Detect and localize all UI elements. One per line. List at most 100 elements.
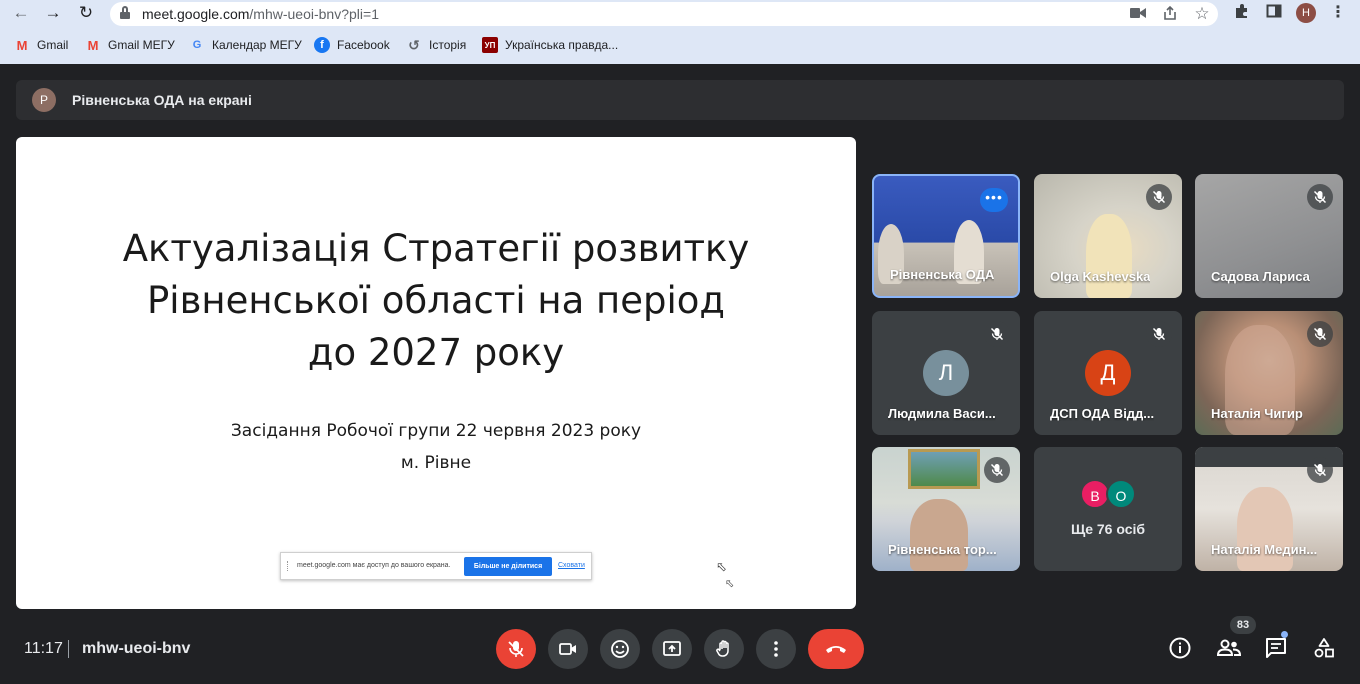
cursor-icon: ⬁ <box>725 578 735 590</box>
slide-title-line: Актуалізація Стратегії розвитку <box>122 227 750 270</box>
presenter-avatar: Р <box>32 88 56 112</box>
slide-title: Актуалізація Стратегії розвитку Рівненсь… <box>16 223 856 379</box>
reload-icon[interactable]: ↻ <box>75 3 97 23</box>
mic-off-icon <box>1146 184 1172 210</box>
participant-name: Наталія Чигир <box>1211 406 1303 421</box>
present-screen-icon <box>663 641 681 656</box>
meeting-time: 11:17 <box>24 640 63 657</box>
presenting-text: Рівненська ОДА на екрані <box>72 92 252 108</box>
new-message-indicator <box>1281 631 1288 638</box>
side-panel-icon[interactable] <box>1264 3 1284 23</box>
mic-off-icon <box>508 641 524 657</box>
mic-off-icon <box>1146 321 1172 347</box>
stop-sharing-button[interactable]: Більше не ділитися <box>464 557 552 576</box>
bookmark-gmail-megu[interactable]: M Gmail МЕГУ <box>85 34 175 56</box>
back-arrow-icon[interactable]: ← <box>10 3 32 23</box>
participant-name: Людмила Васи... <box>888 406 996 421</box>
bookmark-label: Gmail <box>37 38 69 52</box>
slide-subtitle: Засідання Робочої групи 22 червня 2023 р… <box>16 415 856 479</box>
hide-notice-link[interactable]: Сховати <box>558 562 585 569</box>
chat-button[interactable] <box>1264 636 1290 662</box>
gmail-icon: M <box>87 37 99 53</box>
bookmark-calendar-megu[interactable]: G Календар МЕГУ <box>189 34 302 56</box>
profile-avatar[interactable]: H <box>1296 3 1316 23</box>
browser-chrome: ← → ↻ meet.google.com/mhw-ueoi-bnv?pli=1… <box>0 0 1360 64</box>
bookmark-star-icon[interactable]: ☆ <box>1192 5 1212 23</box>
reactions-button[interactable] <box>600 629 640 669</box>
mic-off-icon <box>1307 457 1333 483</box>
others-tile[interactable]: В О Ще 76 осіб <box>1034 447 1182 571</box>
slide-subtitle-line: м. Рівне <box>400 453 472 473</box>
forward-arrow-icon[interactable]: → <box>42 3 64 23</box>
participant-avatar: О <box>1106 479 1136 509</box>
share-notice-text: meet.google.com має доступ до вашого екр… <box>297 562 451 569</box>
participants-count-badge: 83 <box>1230 616 1256 634</box>
leave-call-button[interactable] <box>808 629 864 669</box>
mic-off-icon <box>1307 321 1333 347</box>
participant-name: Садова Лариса <box>1211 269 1310 284</box>
participant-tile[interactable]: Садова Лариса <box>1195 174 1343 298</box>
drag-handle-icon[interactable] <box>287 561 289 571</box>
participant-name: Наталія Медин... <box>1211 542 1318 557</box>
participant-tile[interactable]: Наталія Медин... <box>1195 447 1343 571</box>
history-icon: ↺ <box>408 36 420 53</box>
camera-in-use-icon[interactable] <box>1128 5 1148 23</box>
bookmark-label: Календар МЕГУ <box>212 38 302 52</box>
participant-tile[interactable]: Olga Kashevska <box>1034 174 1182 298</box>
participant-tile[interactable]: Л Людмила Васи... <box>872 311 1020 435</box>
video-camera-icon <box>559 643 576 655</box>
participants-button[interactable] <box>1216 636 1242 662</box>
more-options-icon[interactable]: ••• <box>980 188 1008 212</box>
lock-icon <box>120 6 130 20</box>
bookmarks-bar: M Gmail M Gmail МЕГУ G Календар МЕГУ f Faceb… <box>0 34 1360 56</box>
bookmark-ukrainska-pravda[interactable]: УП Українська правда... <box>482 34 618 56</box>
share-page-icon[interactable] <box>1160 5 1180 23</box>
participant-name: Рівненська тор... <box>888 542 997 557</box>
participant-tile[interactable]: Д ДСП ОДА Відд... <box>1034 311 1182 435</box>
mic-toggle-button[interactable] <box>496 629 536 669</box>
more-vert-icon <box>774 641 778 657</box>
google-icon: G <box>192 39 202 51</box>
participant-avatar: Л <box>923 350 969 396</box>
present-screen-button[interactable] <box>652 629 692 669</box>
participant-video <box>1237 487 1293 571</box>
activities-button[interactable] <box>1312 636 1338 662</box>
activities-shapes-icon <box>1314 638 1334 658</box>
emoji-icon <box>611 640 629 658</box>
screen-share-notification: meet.google.com має доступ до вашого екр… <box>280 552 592 580</box>
up-icon: УП <box>482 37 498 53</box>
bookmark-label: Facebook <box>337 38 390 52</box>
meeting-details-button[interactable] <box>1168 636 1194 662</box>
bookmark-facebook[interactable]: f Facebook <box>314 34 390 56</box>
gmail-icon: M <box>16 37 28 53</box>
raise-hand-button[interactable] <box>704 629 744 669</box>
facebook-icon: f <box>314 37 330 53</box>
participant-tile[interactable]: Рівненська тор... <box>872 447 1020 571</box>
browser-menu-icon[interactable]: ⋮ <box>1328 3 1348 23</box>
participant-name: Рівненська ОДА <box>890 267 995 282</box>
presenting-banner: Р Рівненська ОДА на екрані <box>16 80 1344 120</box>
slide-title-line: до 2027 року <box>307 331 565 374</box>
participant-tile[interactable]: ••• Рівненська ОДА <box>872 174 1020 298</box>
divider <box>68 640 69 658</box>
slide-subtitle-line: Засідання Робочої групи 22 червня 2023 р… <box>230 421 642 441</box>
more-options-button[interactable] <box>756 629 796 669</box>
bookmark-label: Gmail МЕГУ <box>108 38 175 52</box>
bookmark-history[interactable]: ↺ Історія <box>406 34 466 56</box>
camera-toggle-button[interactable] <box>548 629 588 669</box>
bookmark-gmail[interactable]: M Gmail <box>14 34 69 56</box>
chat-icon <box>1266 638 1286 658</box>
participant-tile[interactable]: Наталія Чигир <box>1195 311 1343 435</box>
url-path: /mhw-ueoi-bnv?pli=1 <box>249 6 379 22</box>
people-icon <box>1216 639 1242 656</box>
bookmark-label: Історія <box>429 38 467 52</box>
participant-avatar: Д <box>1085 350 1131 396</box>
participant-video <box>1086 214 1132 298</box>
address-bar[interactable]: meet.google.com/mhw-ueoi-bnv?pli=1 ☆ <box>110 2 1218 26</box>
mic-off-icon <box>984 321 1010 347</box>
mic-off-icon <box>984 457 1010 483</box>
extensions-puzzle-icon[interactable] <box>1232 3 1252 23</box>
url-text[interactable]: meet.google.com/mhw-ueoi-bnv?pli=1 <box>142 6 379 22</box>
wall-painting <box>908 449 980 489</box>
bookmark-label: Українська правда... <box>505 38 619 52</box>
